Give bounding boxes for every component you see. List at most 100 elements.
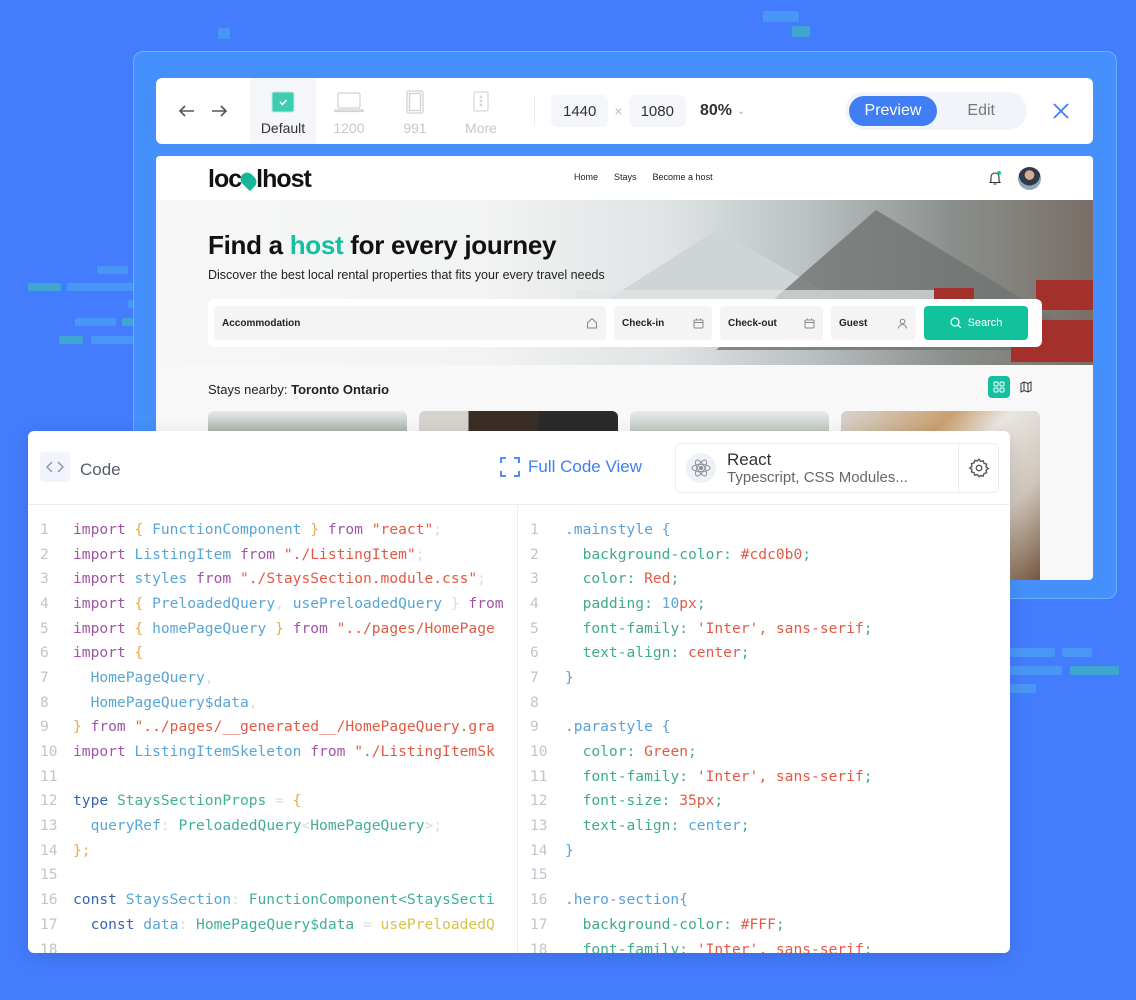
hero-title-part: Find a [208,230,290,260]
checkin-field[interactable]: Check-in [614,306,712,340]
arrow-right-icon [212,105,228,117]
map-icon [1020,381,1032,393]
framework-selector[interactable]: React Typescript, CSS Modules... [675,443,999,493]
accommodation-label: Accommodation [222,317,301,329]
device-label: 1200 [333,120,365,136]
line-number: 8 [40,693,49,711]
line-number: 18 [530,940,548,953]
avatar[interactable] [1018,167,1041,190]
logo-text-right: lhost [256,165,312,193]
code-token: usePreloadedQ [380,915,495,933]
code-token: const [73,891,126,909]
full-code-view-button[interactable]: Full Code View [500,457,642,477]
back-button[interactable] [172,96,202,126]
code-token: #cdc0b0 [740,545,803,563]
nav-stays[interactable]: Stays [614,172,637,182]
code-line: 16 const StaysSection: FunctionComponent<… [28,887,517,912]
device-1200[interactable]: 1200 [316,78,382,144]
code-line: 17 background-color: #FFF; [518,912,1010,937]
grid-view-button[interactable] [988,376,1010,398]
line-number: 5 [40,619,49,637]
code-line: 9 .parastyle { [518,715,1010,740]
code-token: HomePageQuery$data [90,693,249,711]
zoom-dropdown[interactable]: 80% ⌄ [700,102,745,120]
code-token: background-color: [582,545,741,563]
react-icon [686,453,716,483]
code-token: >; [424,817,443,835]
code-token: < [301,817,311,835]
search-bar: Accommodation Check-in Check-out Guest S… [208,299,1042,347]
code-line: 8 HomePageQuery$data, [28,690,517,715]
code-line: 18 [28,937,517,953]
stays-location: Toronto Ontario [291,382,390,397]
device-more[interactable]: More [448,78,514,144]
site-logo[interactable]: loc lhost [208,165,312,194]
code-token: : [160,817,179,835]
code-line: 15 [28,863,517,888]
line-number: 18 [40,940,58,953]
decor-bar [28,283,61,291]
code-token: HomePageQuery [310,817,425,835]
code-token: ; [740,644,750,662]
bell-icon[interactable] [988,170,1002,186]
code-token: from [90,718,135,736]
decor-bar [91,336,133,344]
code-token: from [327,520,372,538]
code-token: homePageQuery [152,619,276,637]
decor-bar [1010,684,1036,693]
accommodation-field[interactable]: Accommodation [214,306,606,340]
code-line: 7} [518,665,1010,690]
code-token: Green [644,743,689,761]
height-input[interactable]: 1080 [628,95,686,127]
forward-button[interactable] [204,96,234,126]
code-token: } [275,619,293,637]
code-token: 35px [679,792,715,810]
code-token: text-align: [582,644,689,662]
decor-bar [218,28,230,39]
code-line: 6 text-align: center; [518,640,1010,665]
gear-icon [968,458,989,478]
line-number: 3 [530,570,539,588]
guest-field[interactable]: Guest [831,306,916,340]
hero-title: Find a host for every journey [208,230,556,261]
code-token: ; [714,792,724,810]
line-number: 2 [530,545,539,563]
tsx-editor[interactable]: 1 import { FunctionComponent } from "reac… [28,505,518,953]
decor-bar [792,26,810,37]
nav-become-host[interactable]: Become a host [653,172,713,182]
calendar-icon [693,318,704,329]
expand-icon [500,457,520,477]
code-token: ; [863,619,873,637]
guest-label: Guest [839,317,868,329]
line-number: 14 [40,841,58,859]
map-view-button[interactable] [1015,376,1037,398]
code-line: 10 color: Green; [518,739,1010,764]
nav-home[interactable]: Home [574,172,598,182]
preview-mode-button[interactable]: Preview [848,96,938,126]
code-token: ListingItem [134,545,240,563]
code-token: import [73,644,135,662]
device-default[interactable]: Default [250,78,316,144]
code-token: #FFF [740,915,776,933]
checkout-field[interactable]: Check-out [720,306,823,340]
edit-mode-button[interactable]: Edit [937,96,1023,126]
code-line: 10 import ListingItemSkeleton from "./Lis… [28,739,517,764]
settings-button[interactable] [958,444,998,492]
close-button[interactable] [1049,99,1073,123]
code-token: { [134,619,153,637]
hero-section: Find a host for every journey Discover t… [156,200,1093,365]
search-button[interactable]: Search [924,306,1028,340]
code-token: HomePageQuery$data [196,915,363,933]
device-991[interactable]: 991 [382,78,448,144]
line-number: 14 [530,841,548,859]
width-input[interactable]: 1440 [551,95,609,127]
code-token: font-family: [582,619,697,637]
css-editor[interactable]: 1 .mainstyle {2 background-color: #cdc0b0… [518,505,1010,953]
